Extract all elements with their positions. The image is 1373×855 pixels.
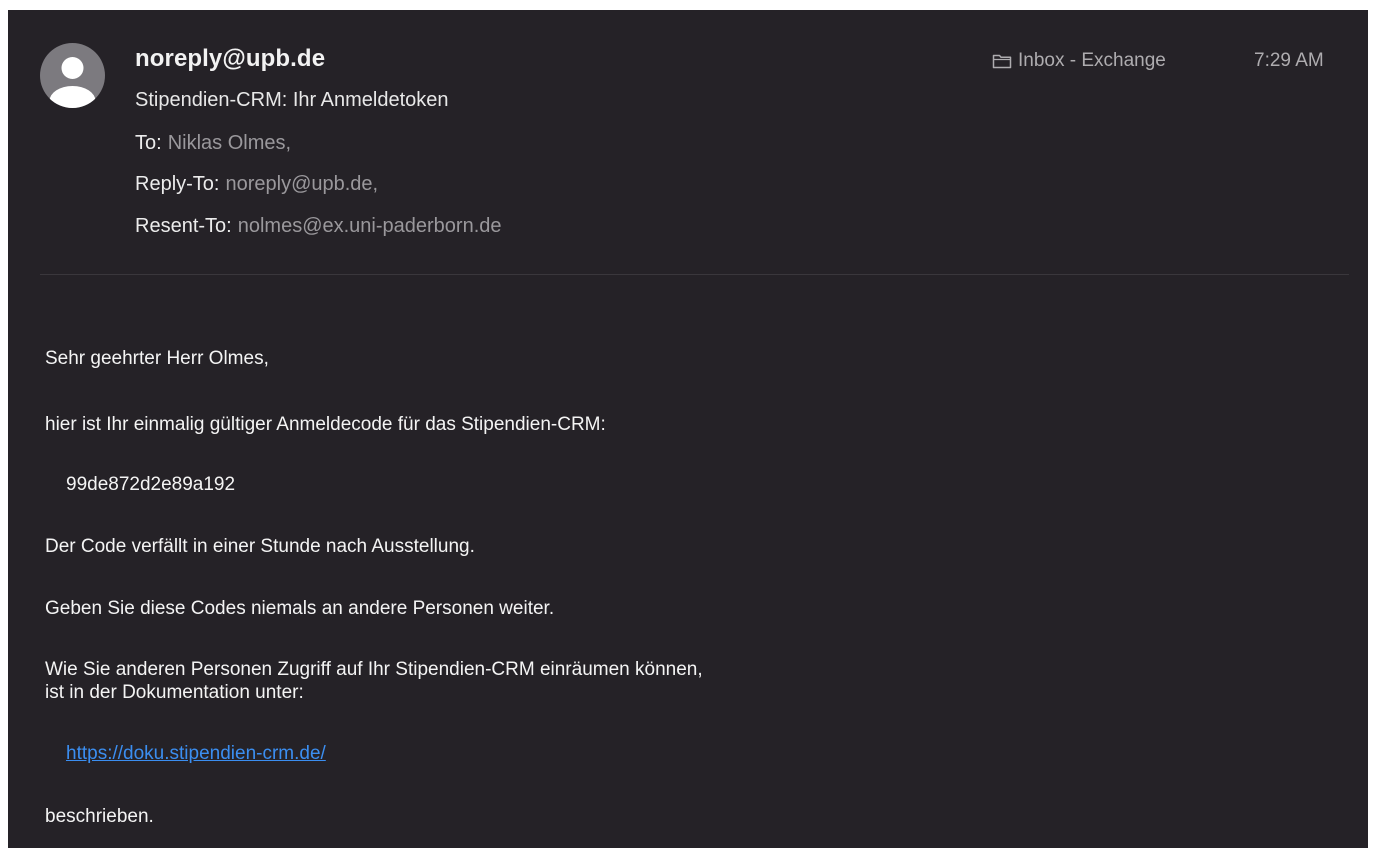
sender-address[interactable]: noreply@upb.de	[135, 45, 325, 73]
intro-text: hier ist Ihr einmalig gültiger Anmeldeco…	[45, 414, 606, 435]
resent-to-row: Resent-To: nolmes@ex.uni-paderborn.de	[135, 215, 502, 238]
resent-to-value[interactable]: nolmes@ex.uni-paderborn.de	[238, 215, 502, 237]
to-value[interactable]: Niklas Olmes,	[168, 132, 291, 154]
folder-label: Inbox - Exchange	[1018, 50, 1166, 71]
to-row: To: Niklas Olmes,	[135, 132, 291, 155]
expiry-text: Der Code verfällt in einer Stunde nach A…	[45, 536, 475, 557]
reply-to-row: Reply-To: noreply@upb.de,	[135, 173, 378, 196]
greeting-text: Sehr geehrter Herr Olmes,	[45, 348, 269, 369]
email-viewer: noreply@upb.de Stipendien-CRM: Ihr Anmel…	[8, 10, 1368, 848]
header-divider	[40, 274, 1349, 275]
login-code: 99de872d2e89a192	[66, 474, 236, 495]
resent-to-label: Resent-To:	[135, 215, 232, 237]
mailbox-folder[interactable]: Inbox - Exchange	[992, 50, 1166, 72]
person-avatar-icon	[40, 43, 105, 108]
closing-text: beschrieben.	[45, 806, 154, 827]
reply-to-label: Reply-To:	[135, 173, 220, 195]
email-subject: Stipendien-CRM: Ihr Anmeldetoken	[135, 89, 449, 111]
reply-to-value[interactable]: noreply@upb.de,	[225, 173, 378, 195]
access-text-line2: ist in der Dokumentation unter:	[45, 682, 304, 703]
to-label: To:	[135, 132, 162, 154]
access-text-line1: Wie Sie anderen Personen Zugriff auf Ihr…	[45, 659, 703, 680]
documentation-link[interactable]: https://doku.stipendien-crm.de/	[66, 743, 326, 765]
received-time: 7:29 AM	[1254, 50, 1324, 71]
warning-text: Geben Sie diese Codes niemals an andere …	[45, 598, 555, 619]
folder-icon	[992, 54, 1012, 69]
